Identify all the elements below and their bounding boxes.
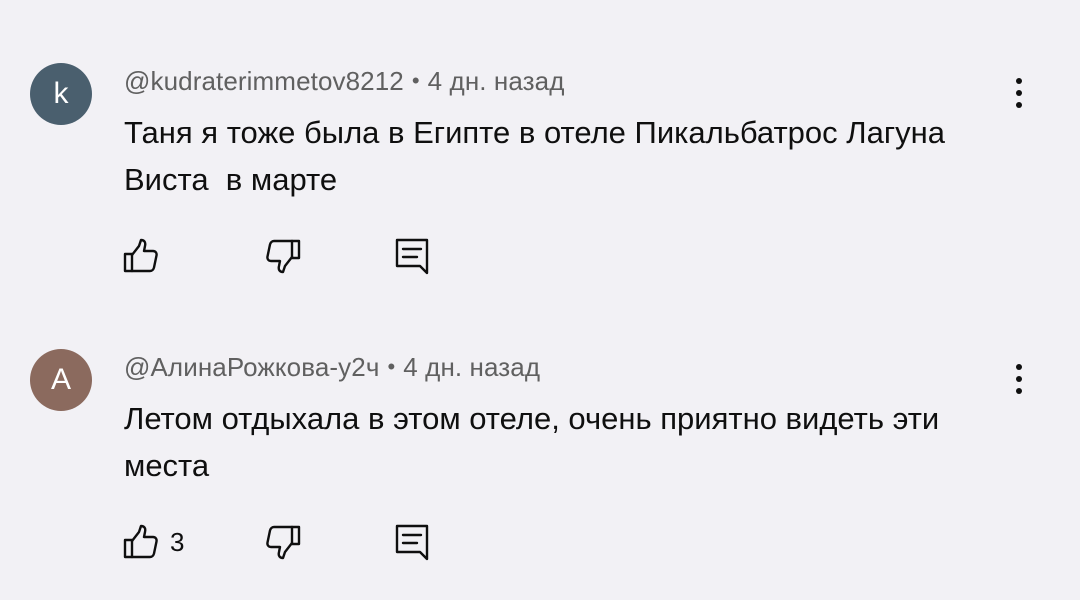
separator-dot: •	[387, 354, 396, 379]
more-vert-icon[interactable]	[998, 358, 1040, 400]
like-button[interactable]	[120, 236, 170, 276]
author-name[interactable]: @АлинаРожкова-у2ч	[124, 352, 379, 382]
thumb-up-icon	[123, 238, 158, 273]
comment-text: Таня я тоже была в Египте в отеле Пикаль…	[124, 115, 954, 197]
like-count: 3	[170, 526, 185, 557]
comment-actions	[120, 236, 460, 280]
reply-button[interactable]	[392, 236, 432, 276]
comment-meta: @АлинаРожкова-у2ч • 4 дн. назад	[124, 352, 540, 383]
comment-time: 4 дн. назад	[403, 352, 541, 382]
comment-text: Летом отдыхала в этом отеле, очень прият…	[124, 401, 948, 483]
dislike-button[interactable]	[264, 236, 304, 276]
like-button[interactable]: 3	[120, 522, 184, 562]
thumb-down-icon	[266, 525, 301, 560]
separator-dot: •	[411, 68, 420, 93]
reply-button[interactable]	[392, 522, 432, 562]
comment-item: A @АлинаРожкова-у2ч • 4 дн. назад Летом от…	[0, 286, 1080, 566]
avatar[interactable]: k	[30, 63, 92, 125]
avatar[interactable]: A	[30, 349, 92, 411]
comment-meta: @kudraterimmetov8212 • 4 дн. назад	[124, 66, 565, 97]
reply-icon	[395, 238, 429, 275]
reply-icon	[395, 524, 429, 561]
thumb-up-icon	[123, 524, 158, 559]
more-vert-icon[interactable]	[998, 72, 1040, 114]
dislike-button[interactable]	[264, 522, 304, 562]
comment-time: 4 дн. назад	[427, 66, 565, 96]
author-name[interactable]: @kudraterimmetov8212	[124, 66, 404, 96]
comment-actions: 3	[120, 522, 460, 566]
comment-item: k @kudraterimmetov8212 • 4 дн. назад Таня …	[0, 0, 1080, 280]
thumb-down-icon	[266, 239, 301, 274]
